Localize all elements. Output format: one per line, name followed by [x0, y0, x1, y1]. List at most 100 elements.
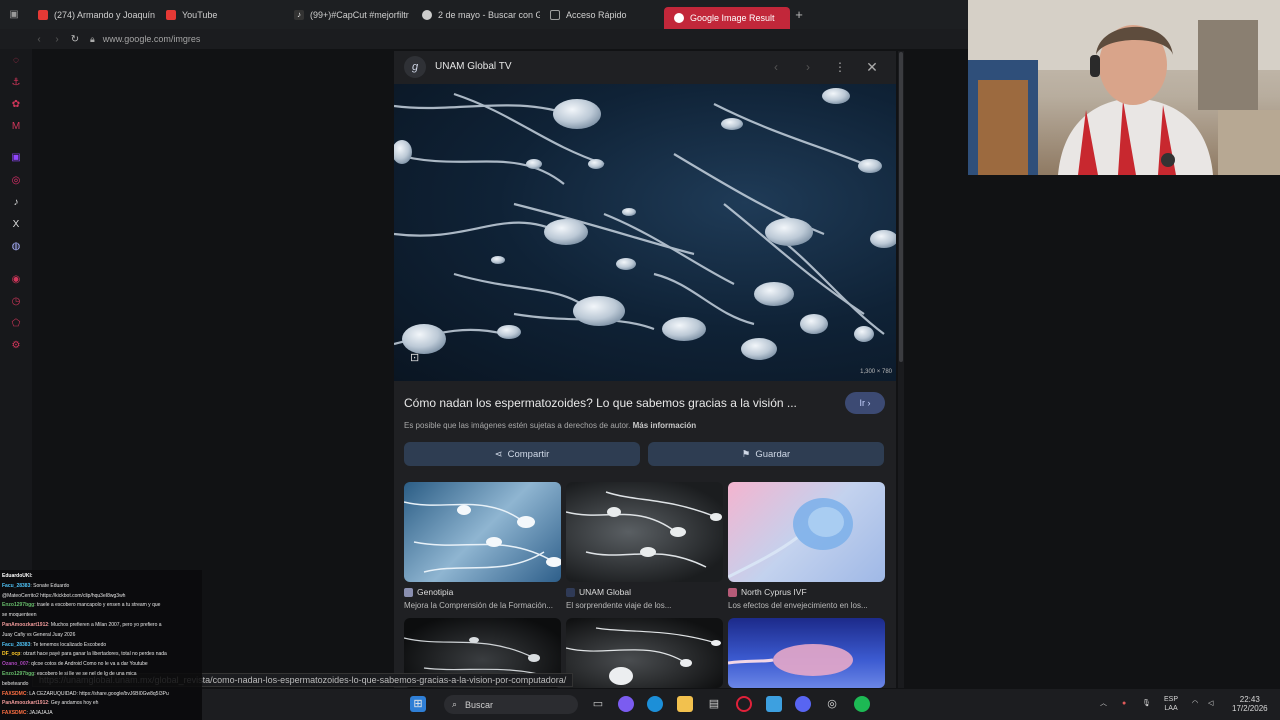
player-icon[interactable]: ◉ [10, 274, 22, 286]
bookmark-icon[interactable]: ⚓︎ [10, 77, 22, 89]
related-image-card[interactable] [728, 618, 885, 688]
copyright-text: Es posible que las imágenes estén sujeta… [404, 421, 631, 430]
related-caption: El sorprendente viaje de los... [566, 601, 672, 610]
store-icon[interactable]: ▤ [706, 696, 722, 712]
chat-message: DF_ocp: otzart hace payé para ganar la l… [2, 650, 200, 660]
extensions-icon[interactable]: ✿ [10, 99, 22, 111]
tray-chevron-icon[interactable]: ︿ [1100, 699, 1107, 708]
lock-icon[interactable]: 🔒︎ [90, 34, 95, 45]
discord-icon[interactable]: ◍ [10, 241, 22, 253]
chat-username[interactable]: PanAmoozkart1912 [2, 622, 48, 628]
aria-icon[interactable]: ◌ [10, 55, 22, 67]
chat-username[interactable]: FAXSDMC [2, 691, 26, 697]
image-title[interactable]: Cómo nadan los espermatozoides? Lo que s… [404, 396, 809, 410]
share-button[interactable]: ⋖ Compartir [404, 442, 640, 466]
taskbar-search[interactable]: ⌕ Buscar [444, 695, 578, 714]
spotify-icon[interactable] [854, 696, 870, 712]
close-icon[interactable]: ✕ [864, 59, 880, 75]
twitch-icon[interactable]: ▣ [10, 152, 22, 164]
edge-icon[interactable] [647, 696, 663, 712]
settings-icon[interactable]: ⚙ [10, 340, 22, 352]
tab-youtube[interactable]: YouTube [156, 0, 284, 29]
language-indicator[interactable]: ESP LAA [1164, 695, 1178, 713]
tab-acceso-rapido[interactable]: Acceso Rápido [540, 0, 664, 29]
reload-icon[interactable]: ↻ [66, 34, 84, 45]
history-icon[interactable]: ◷ [10, 296, 22, 308]
related-thumbnail[interactable] [728, 482, 885, 582]
scrollbar-thumb[interactable] [899, 52, 903, 362]
youtube-icon [166, 9, 176, 20]
chat-username[interactable]: PanAmoozkart1912 [2, 700, 48, 706]
tab-label: Acceso Rápido [566, 9, 627, 20]
youtube-icon [38, 9, 48, 20]
more-options-icon[interactable]: ⋮ [832, 59, 848, 75]
related-image-card[interactable]: North Cyprus IVF Los efectos del envejec… [728, 482, 885, 610]
main-image[interactable] [394, 84, 896, 381]
wifi-icon[interactable]: ◠ [1192, 699, 1198, 708]
google-lens-icon[interactable]: ⊡ [410, 351, 424, 365]
chat-username[interactable]: Ozano_007 [2, 661, 28, 667]
sperm-thumbnail-art [728, 498, 853, 579]
source-name[interactable]: UNAM Global TV [435, 61, 512, 72]
chat-username[interactable]: Facu_28383 [2, 583, 30, 589]
back-icon[interactable]: ‹ [30, 34, 48, 45]
chat-username[interactable]: FAXSDMC [2, 710, 26, 716]
microphone-icon[interactable]: 🎙︎ [1142, 699, 1151, 708]
clock[interactable]: 22:43 17/2/2026 [1232, 695, 1268, 713]
copilot-icon[interactable] [618, 696, 634, 712]
related-source: North Cyprus IVF [741, 587, 807, 597]
related-thumbnail[interactable] [566, 482, 723, 582]
volume-icon[interactable]: ◁ [1208, 699, 1213, 708]
tab-armando[interactable]: (274) Armando y Joaquín [28, 0, 156, 29]
related-thumbnail[interactable] [566, 618, 723, 688]
pinboard-icon[interactable]: ⬠ [10, 318, 22, 330]
save-button[interactable]: ⚑ Guardar [648, 442, 884, 466]
notepad-icon[interactable] [766, 696, 782, 712]
chat-username[interactable]: DF_ocp [2, 651, 20, 657]
opera-gx-icon[interactable] [736, 696, 752, 712]
tray-app-icon[interactable]: ● [1122, 699, 1126, 708]
tiktok-icon[interactable]: ♪ [10, 197, 22, 209]
chat-username[interactable]: Enzo1297bgg [2, 671, 34, 677]
related-image-card[interactable]: UNAM Global El sorprendente viaje de los… [566, 482, 723, 610]
chat-text: Juay Cafiy vs General Juay 2026 [2, 631, 76, 638]
keyboard-layout: LAA [1164, 705, 1178, 712]
visit-button[interactable]: Ir › [845, 392, 885, 414]
related-image-card[interactable]: Genotipia Mejora la Comprensión de la Fo… [404, 482, 561, 610]
x-icon[interactable]: X [10, 219, 22, 231]
stream-chat: EduardoUKI: Facu_28383: Sonate Eduardo @Ma… [0, 570, 202, 720]
windows-start-icon[interactable]: ⊞ [410, 696, 426, 712]
chat-username[interactable]: EduardoUKI: [2, 573, 33, 579]
tab-capcut[interactable]: ♪ (99+)#CapCut #mejorfiltr [284, 0, 412, 29]
next-icon[interactable]: › [800, 59, 816, 75]
chat-message: Enzo1297bgg: traele a escobero mancapolo… [2, 601, 200, 611]
file-explorer-icon[interactable] [677, 696, 693, 712]
visit-button-label: Ir [859, 398, 865, 408]
task-view-icon[interactable]: ▭ [590, 696, 606, 712]
related-thumbnail[interactable] [404, 482, 561, 582]
related-image-card[interactable] [566, 618, 723, 688]
more-info-link[interactable]: Más información [633, 421, 697, 430]
tab-google-image-result[interactable]: Google Image Result [664, 6, 790, 29]
chat-username[interactable]: Facu_28383 [2, 642, 30, 648]
tab-google-search[interactable]: 2 de mayo - Buscar con G [412, 0, 540, 29]
related-thumbnail[interactable] [728, 618, 885, 688]
viewer-header: g UNAM Global TV ‹ › ⋮ ✕ [394, 51, 896, 83]
mail-icon[interactable]: M [10, 121, 22, 133]
discord-icon[interactable] [795, 696, 811, 712]
previous-icon[interactable]: ‹ [768, 59, 784, 75]
share-icon: ⋖ [494, 448, 503, 460]
url-field[interactable]: www.google.com/imgres [103, 34, 201, 44]
chat-text: bebeteando [2, 680, 29, 687]
tab-search-icon[interactable]: ▣ [0, 9, 28, 20]
chat-username[interactable]: Enzo1297bgg [2, 602, 34, 608]
instagram-icon[interactable]: ◎ [10, 175, 22, 187]
related-source: UNAM Global [579, 587, 631, 597]
tab-label: Google Image Result [690, 12, 775, 23]
obs-icon[interactable]: ◎ [824, 696, 840, 712]
source-favicon[interactable]: g [404, 56, 426, 78]
new-tab-button[interactable]: + [790, 6, 808, 24]
chat-message: FAXSDMC: LA CEZARUQUIDAD: https://share.… [2, 690, 200, 700]
forward-icon[interactable]: › [48, 34, 66, 45]
sperm-thumbnail-art [566, 627, 721, 685]
